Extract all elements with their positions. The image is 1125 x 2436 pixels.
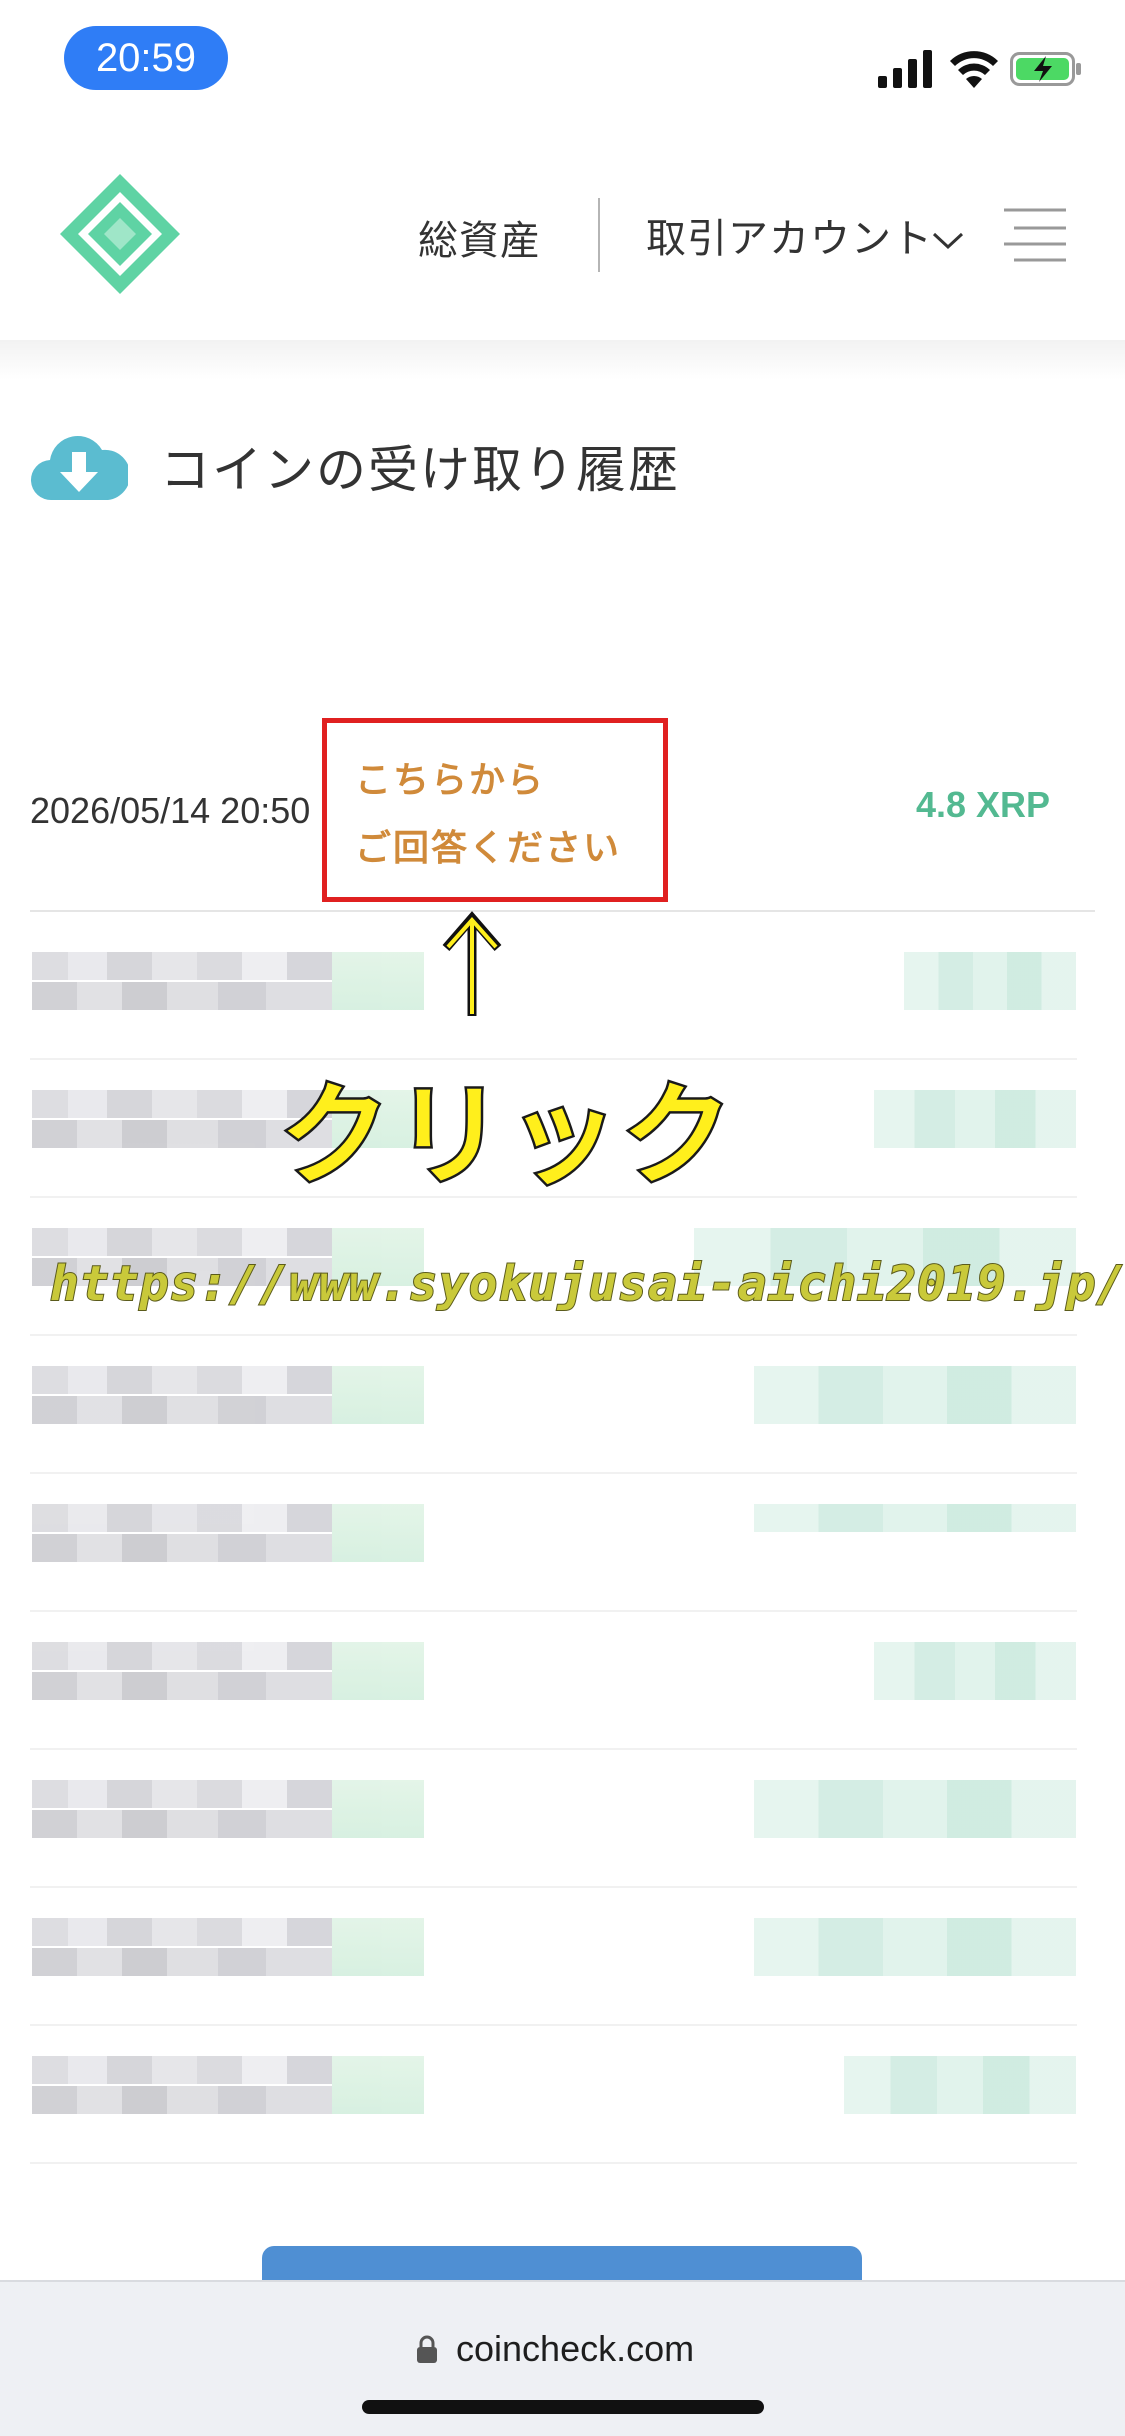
answer-here-callout[interactable]: こちらから ご回答ください bbox=[322, 718, 668, 902]
cellular-signal-icon bbox=[878, 50, 932, 88]
blurred-row bbox=[0, 1630, 1125, 1750]
blurred-row bbox=[0, 940, 1125, 1060]
header-shadow bbox=[0, 340, 1125, 380]
wifi-icon bbox=[950, 51, 998, 88]
coincheck-logo-icon[interactable] bbox=[56, 170, 184, 298]
battery-charging-icon bbox=[1010, 52, 1081, 86]
page-title: コインの受け取り履歴 bbox=[160, 442, 680, 498]
nav-divider bbox=[598, 198, 600, 272]
home-indicator[interactable] bbox=[362, 2400, 764, 2414]
callout-line-2: ご回答ください bbox=[355, 827, 622, 868]
blurred-row bbox=[0, 2044, 1125, 2164]
page-heading: コインの受け取り履歴 bbox=[30, 420, 930, 520]
chevron-down-icon[interactable] bbox=[930, 228, 966, 252]
url-watermark: https://www.syokujusai-aichi2019.jp/ bbox=[49, 1255, 1125, 1313]
nav-total-assets[interactable]: 総資産 bbox=[418, 208, 541, 266]
click-annotation: クリック bbox=[278, 1070, 736, 1203]
status-bar: 20:59 bbox=[0, 0, 1125, 130]
cloud-download-icon bbox=[30, 435, 128, 501]
row-divider bbox=[30, 910, 1095, 912]
arrow-up-icon bbox=[442, 911, 502, 1016]
status-time: 20:59 bbox=[64, 26, 228, 90]
app-header: 総資産 取引アカウント bbox=[0, 130, 1125, 340]
browser-url-bar[interactable]: coincheck.com bbox=[0, 2280, 1125, 2436]
nav-trading-account[interactable]: 取引アカウント bbox=[646, 206, 933, 264]
blurred-row bbox=[0, 1492, 1125, 1612]
lock-icon bbox=[417, 2335, 437, 2363]
url-text[interactable]: coincheck.com bbox=[456, 2328, 694, 2370]
hamburger-menu-icon[interactable] bbox=[1004, 206, 1066, 264]
blurred-row bbox=[0, 1906, 1125, 2026]
blurred-row bbox=[0, 1768, 1125, 1888]
history-amount: 4.8 XRP bbox=[916, 784, 1051, 825]
blurred-row bbox=[0, 1354, 1125, 1474]
history-date: 2026/05/14 20:50 bbox=[30, 790, 311, 831]
callout-line-1: こちらから bbox=[355, 759, 546, 800]
